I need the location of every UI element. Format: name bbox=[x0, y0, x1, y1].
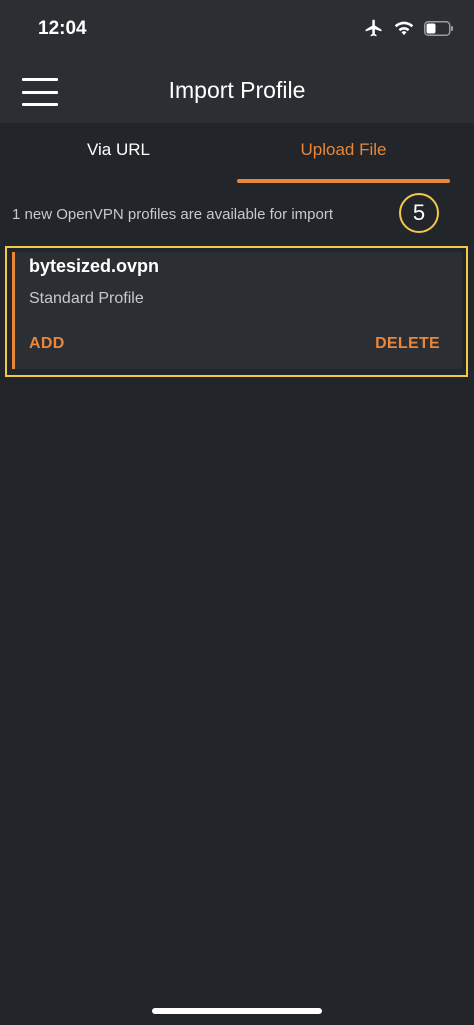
page-title: Import Profile bbox=[168, 77, 306, 103]
import-info-message: 1 new OpenVPN profiles are available for… bbox=[12, 206, 333, 223]
step-badge: 5 bbox=[399, 193, 439, 233]
profile-card: bytesized.ovpn Standard Profile ADD DELE… bbox=[12, 252, 462, 369]
tab-upload-file[interactable]: Upload File bbox=[237, 123, 450, 185]
status-time: 12:04 bbox=[38, 18, 87, 39]
profile-name: bytesized.ovpn bbox=[29, 256, 160, 276]
app-header: Import Profile bbox=[0, 60, 474, 123]
tab-bar: Via URL Upload File bbox=[0, 123, 474, 185]
wifi-icon bbox=[394, 21, 414, 36]
delete-button[interactable]: DELETE bbox=[375, 335, 440, 353]
active-tab-indicator bbox=[237, 179, 450, 183]
add-button[interactable]: ADD bbox=[29, 335, 65, 353]
status-bar: 12:04 bbox=[0, 0, 474, 60]
airplane-icon bbox=[365, 19, 382, 37]
home-indicator[interactable] bbox=[152, 1008, 322, 1014]
status-icons bbox=[364, 18, 454, 38]
profile-type: Standard Profile bbox=[29, 290, 144, 307]
tab-via-url[interactable]: Via URL bbox=[0, 123, 237, 185]
battery-icon bbox=[424, 20, 453, 36]
